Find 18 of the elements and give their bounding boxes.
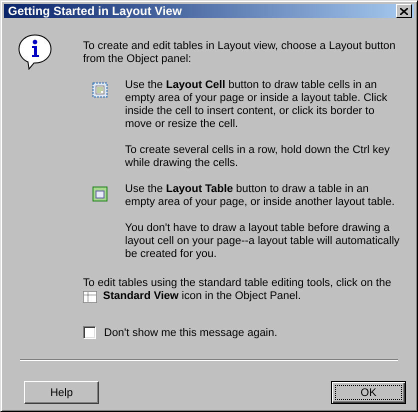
dialog-button[interactable]: OK xyxy=(331,381,406,404)
close-icon xyxy=(400,8,408,14)
instruction-text: Standard View icon in the Object Panel. xyxy=(103,290,301,303)
info-icon xyxy=(18,34,52,70)
layout-table-icon xyxy=(92,186,108,202)
intro-text: To create and edit tables in Layout view, choose a Layout button from the Object panel: xyxy=(83,40,396,66)
close-button[interactable] xyxy=(396,4,412,18)
instruction-text: Use the Layout Table button to draw a table in an empty area of your page, or inside another layout table. xyxy=(125,183,396,209)
instruction-text: To create several cells in a row, hold down the Ctrl key while drawing the cells. xyxy=(125,144,391,170)
checkbox-label: Don't show me this message again. xyxy=(104,326,278,338)
window-title: Getting Started in Layout View xyxy=(8,4,182,18)
layout-cell-icon xyxy=(92,82,108,98)
dialog-button[interactable]: Help xyxy=(24,381,99,404)
standard-view-icon xyxy=(83,290,97,302)
instruction-text: Use the Layout Cell button to draw table cells in an empty area of your page or inside a layout table. Click inside the cell to insert content, or click its border to move or resize the cell. xyxy=(125,79,388,131)
instruction-text: To edit tables using the standard table editing tools, click on the xyxy=(83,277,392,290)
instruction-text: You don't have to draw a layout table before drawing a layout cell on your page--a layout table will automatically be created for you. xyxy=(125,222,401,261)
checkbox[interactable] xyxy=(83,326,96,339)
